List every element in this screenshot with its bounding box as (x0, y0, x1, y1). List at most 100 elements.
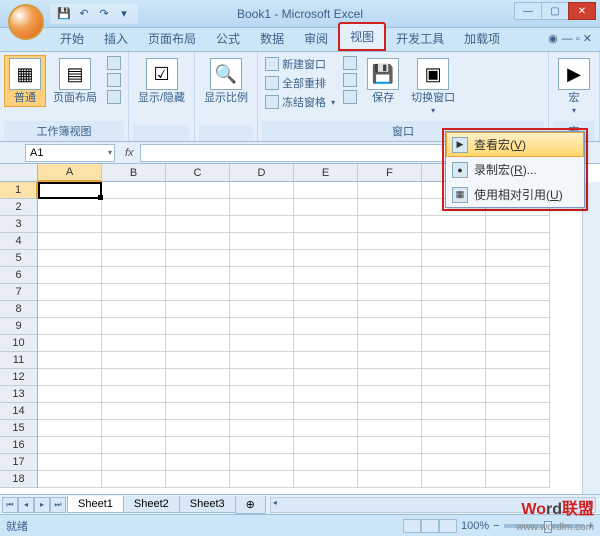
cell[interactable] (358, 199, 422, 216)
cell[interactable] (230, 199, 294, 216)
cell[interactable] (422, 369, 486, 386)
cell[interactable] (294, 437, 358, 454)
cell[interactable] (486, 335, 550, 352)
cell[interactable] (38, 284, 102, 301)
cell[interactable] (422, 250, 486, 267)
cell[interactable] (166, 403, 230, 420)
cell[interactable] (358, 454, 422, 471)
cell[interactable] (422, 267, 486, 284)
row-header[interactable]: 2 (0, 199, 38, 216)
save-icon[interactable]: 💾 (56, 6, 72, 22)
cell[interactable] (102, 250, 166, 267)
column-header[interactable]: A (38, 164, 102, 182)
undo-icon[interactable]: ↶ (76, 6, 92, 22)
cell[interactable] (230, 233, 294, 250)
cell[interactable] (486, 301, 550, 318)
fx-icon[interactable]: fx (119, 147, 140, 159)
row-header[interactable]: 4 (0, 233, 38, 250)
cell[interactable] (102, 335, 166, 352)
cell[interactable] (230, 250, 294, 267)
cell[interactable] (358, 182, 422, 199)
cell[interactable] (486, 318, 550, 335)
cell[interactable] (230, 352, 294, 369)
column-header[interactable]: F (358, 164, 422, 182)
zoom-level[interactable]: 100% (461, 520, 489, 532)
cell[interactable] (358, 318, 422, 335)
cell[interactable] (358, 335, 422, 352)
cell[interactable] (38, 386, 102, 403)
cell[interactable] (486, 369, 550, 386)
cell[interactable] (486, 386, 550, 403)
hide-button[interactable] (340, 72, 360, 88)
cell[interactable] (358, 216, 422, 233)
cell[interactable] (38, 454, 102, 471)
cell[interactable] (38, 420, 102, 437)
cell[interactable] (38, 301, 102, 318)
cell[interactable] (294, 386, 358, 403)
macros-button[interactable]: ▶ 宏▾ (553, 55, 595, 119)
cell[interactable] (102, 267, 166, 284)
row-header[interactable]: 1 (0, 182, 38, 199)
name-box[interactable]: A1 (25, 144, 115, 162)
show-hide-button[interactable]: ☑ 显示/隐藏 (133, 55, 190, 107)
cell[interactable] (38, 403, 102, 420)
relative-ref-item[interactable]: ▦ 使用相对引用(U) (446, 182, 584, 207)
cell[interactable] (422, 216, 486, 233)
sheet-tab-3[interactable]: Sheet3 (179, 496, 236, 513)
cell[interactable] (166, 352, 230, 369)
cell[interactable] (102, 437, 166, 454)
cell[interactable] (38, 182, 102, 199)
cell[interactable] (102, 352, 166, 369)
cell[interactable] (38, 233, 102, 250)
row-header[interactable]: 6 (0, 267, 38, 284)
row-header[interactable]: 16 (0, 437, 38, 454)
cell[interactable] (166, 199, 230, 216)
cell[interactable] (166, 369, 230, 386)
cell[interactable] (166, 420, 230, 437)
column-header[interactable]: C (166, 164, 230, 182)
cell[interactable] (230, 471, 294, 488)
cell[interactable] (422, 420, 486, 437)
horizontal-scrollbar[interactable] (270, 497, 596, 513)
page-layout-icon-status[interactable] (421, 519, 439, 533)
cell[interactable] (38, 199, 102, 216)
cell[interactable] (230, 335, 294, 352)
row-header[interactable]: 9 (0, 318, 38, 335)
cell[interactable] (294, 318, 358, 335)
cell[interactable] (294, 199, 358, 216)
help-icon[interactable]: ◉ (548, 32, 558, 45)
row-header[interactable]: 3 (0, 216, 38, 233)
vertical-scrollbar[interactable] (582, 182, 600, 494)
freeze-panes-button[interactable]: 冻结窗格▾ (262, 93, 338, 111)
cell[interactable] (358, 352, 422, 369)
row-header[interactable]: 7 (0, 284, 38, 301)
row-header[interactable]: 18 (0, 471, 38, 488)
tab-home[interactable]: 开始 (50, 26, 94, 51)
cell[interactable] (358, 301, 422, 318)
tab-addins[interactable]: 加载项 (454, 26, 510, 51)
cell[interactable] (230, 454, 294, 471)
cell[interactable] (102, 216, 166, 233)
full-screen-button[interactable] (104, 89, 124, 105)
cell[interactable] (294, 471, 358, 488)
new-window-button[interactable]: 新建窗口 (262, 55, 338, 73)
cell[interactable] (422, 335, 486, 352)
cell[interactable] (294, 369, 358, 386)
cell[interactable] (102, 199, 166, 216)
prev-sheet-button[interactable]: ◂ (18, 497, 34, 513)
row-header[interactable]: 12 (0, 369, 38, 386)
tab-page-layout[interactable]: 页面布局 (138, 26, 206, 51)
qat-dropdown-icon[interactable]: ▾ (116, 6, 132, 22)
cell[interactable] (294, 284, 358, 301)
normal-view-button[interactable]: ▦ 普通 (4, 55, 46, 107)
cell[interactable] (38, 318, 102, 335)
page-break-preview-button[interactable] (104, 55, 124, 71)
close-button[interactable]: ✕ (568, 2, 596, 20)
cell[interactable] (486, 420, 550, 437)
cell[interactable] (486, 454, 550, 471)
cell[interactable] (230, 403, 294, 420)
cell[interactable] (358, 386, 422, 403)
redo-icon[interactable]: ↷ (96, 6, 112, 22)
cell[interactable] (166, 471, 230, 488)
cell[interactable] (38, 437, 102, 454)
